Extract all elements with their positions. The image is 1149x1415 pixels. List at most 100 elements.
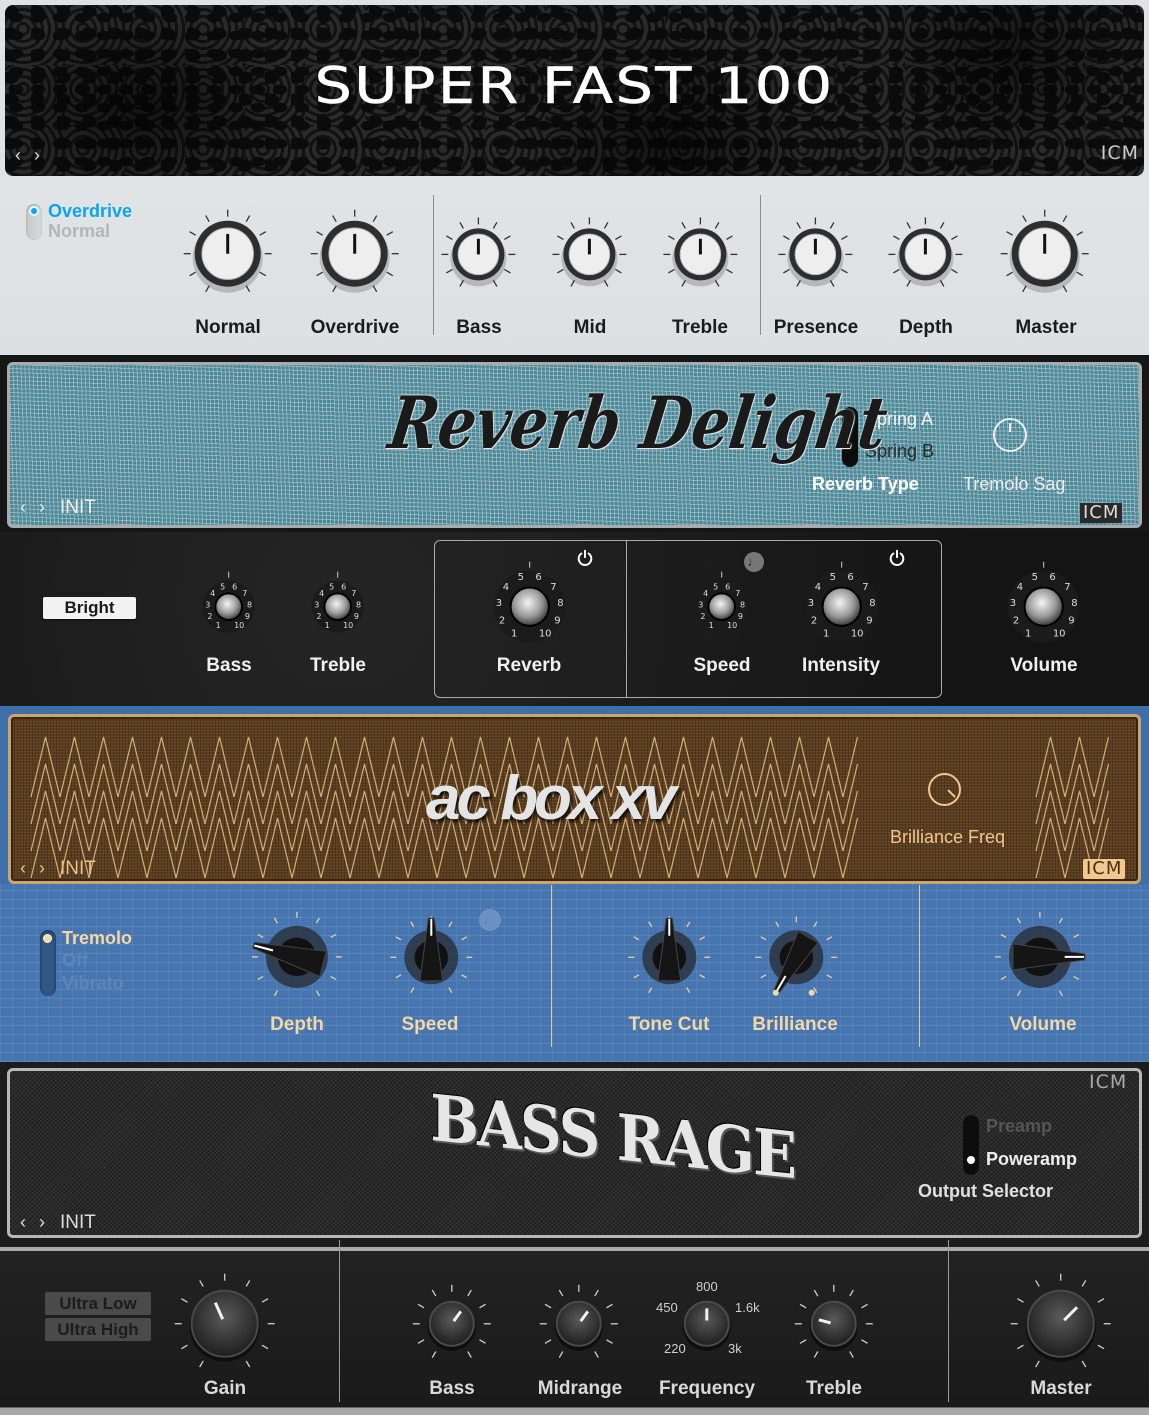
- scale-number: 2: [499, 616, 505, 627]
- scale-number: 1: [823, 629, 829, 640]
- knob-master[interactable]: [998, 1261, 1123, 1386]
- brand-logo: ICM: [1100, 142, 1139, 164]
- ultra-low-button[interactable]: Ultra Low: [45, 1292, 151, 1315]
- output-selector-switch[interactable]: [963, 1115, 979, 1175]
- preset-nav-arrows[interactable]: ‹ ›: [20, 1212, 49, 1233]
- knob-tick: [273, 917, 279, 924]
- knob-tick: [261, 1344, 269, 1350]
- preset-name[interactable]: INIT: [60, 497, 96, 519]
- knob-tick: [245, 1360, 251, 1368]
- knob-tick: [840, 268, 848, 274]
- knob-tick: [614, 268, 622, 274]
- channel-option-normal[interactable]: Normal: [48, 221, 110, 242]
- scale-number: 10: [851, 629, 864, 640]
- knob-master[interactable]: [982, 191, 1107, 316]
- knob-bass[interactable]: [410, 1282, 494, 1366]
- knob-mid[interactable]: [540, 205, 639, 304]
- knob-label: Tone Cut: [628, 1014, 710, 1035]
- preset-name[interactable]: INIT: [60, 1212, 96, 1234]
- mode-option-vibrato[interactable]: Vibrato: [62, 973, 124, 994]
- knob-bass[interactable]: 109 8 7654 3 21: [185, 563, 272, 650]
- knob-tick: [1000, 933, 1007, 939]
- scale-number: 10: [1053, 629, 1066, 640]
- brilliance-freq-knob[interactable]: [928, 773, 961, 806]
- knob-tick: [199, 1280, 205, 1288]
- knob-treble[interactable]: 109 8 7654 3 21: [294, 563, 381, 650]
- knob-tick: [544, 1339, 552, 1345]
- knob-tick: [492, 221, 498, 229]
- knob-brilliance[interactable]: [745, 906, 848, 1009]
- knob-gain[interactable]: [162, 1261, 287, 1386]
- scale-number: 5: [220, 583, 225, 592]
- knob-tick: [861, 1339, 869, 1345]
- reverb-type-label: Reverb Type: [812, 474, 919, 494]
- knob-tick: [445, 234, 453, 240]
- tempo-sync-note-icon[interactable]: ♩: [479, 909, 501, 931]
- preset-nav-arrows[interactable]: ‹ ›: [20, 497, 49, 518]
- knob-tick: [782, 234, 790, 240]
- mode-option-tremolo[interactable]: Tremolo: [62, 928, 132, 949]
- output-option-preamp[interactable]: Preamp: [986, 1116, 1052, 1137]
- knob-midrange[interactable]: [537, 1282, 621, 1366]
- knob-volume[interactable]: 109 876 543 21: [981, 544, 1106, 669]
- knob-tick: [849, 1351, 855, 1359]
- bright-button[interactable]: Bright: [43, 597, 136, 619]
- channel-option-overdrive[interactable]: Overdrive: [48, 201, 132, 222]
- scale-number: 4: [703, 589, 708, 598]
- knob-tick: [447, 986, 453, 993]
- knob-tick: [460, 973, 467, 979]
- amp-title: ac box xv: [426, 764, 677, 833]
- knob-tick: [667, 268, 675, 274]
- knob-speed[interactable]: 109 8 7654 3 21: [678, 563, 765, 650]
- ultra-high-button[interactable]: Ultra High: [45, 1318, 151, 1341]
- brilliance-freq-label: Brilliance Freq: [890, 827, 1006, 847]
- knob-depth[interactable]: [876, 205, 975, 304]
- mode-option-off[interactable]: Off: [62, 950, 88, 971]
- knob-tick: [315, 990, 321, 997]
- knob-tick: [447, 921, 453, 928]
- scale-number: 2: [811, 616, 817, 627]
- preset-nav-arrows[interactable]: ‹ ›: [15, 145, 44, 166]
- knob-intensity[interactable]: 109 876 543 21: [779, 544, 904, 669]
- knob-bass[interactable]: [429, 205, 528, 304]
- knob-tick: [647, 921, 653, 928]
- section-divider: [551, 885, 552, 1047]
- knob-frequency[interactable]: [665, 1282, 749, 1366]
- preset-name[interactable]: INIT: [60, 858, 96, 880]
- scale-number: 6: [341, 583, 346, 592]
- scale-number: 1: [709, 621, 714, 630]
- knob-tick: [1097, 1344, 1105, 1350]
- knob-label: Reverb: [496, 655, 562, 676]
- preset-nav-arrows[interactable]: ‹ ›: [20, 858, 49, 879]
- amp-title: SUPER FAST 100: [314, 57, 835, 116]
- knob-tick: [813, 1351, 819, 1359]
- scale-number: 10: [234, 621, 244, 630]
- knob-depth[interactable]: [238, 898, 356, 1016]
- knob-label: Volume: [1009, 1014, 1077, 1035]
- knob-tick: [316, 271, 324, 277]
- knob-speed[interactable]: [380, 906, 483, 1009]
- scale-number: 5: [329, 583, 334, 592]
- tremolo-sag-knob[interactable]: [993, 418, 1027, 452]
- knob-tick: [603, 221, 609, 229]
- output-option-poweramp[interactable]: Poweramp: [986, 1149, 1077, 1170]
- knob-tick: [479, 1339, 487, 1345]
- knob-treble[interactable]: [792, 1282, 876, 1366]
- knob-presence[interactable]: [766, 205, 865, 304]
- scale-number: 7: [1065, 582, 1071, 593]
- scale-number: 10: [539, 629, 552, 640]
- knob-reverb[interactable]: 109 876 543 21: [467, 544, 592, 669]
- knob-volume[interactable]: [981, 898, 1099, 1016]
- knob-tick: [1006, 231, 1014, 237]
- knob-overdrive[interactable]: [292, 191, 417, 316]
- knob-tone-cut[interactable]: [618, 906, 721, 1009]
- knob-treble[interactable]: [651, 205, 750, 304]
- scale-number: 8: [870, 598, 876, 609]
- knob-tick: [1081, 1280, 1087, 1288]
- knob-tick: [503, 268, 511, 274]
- scale-number: 1: [216, 621, 221, 630]
- scale-number: 9: [354, 612, 359, 621]
- scale-number: 3: [1010, 598, 1016, 609]
- scale-number: 8: [356, 601, 361, 610]
- knob-normal[interactable]: [165, 191, 290, 316]
